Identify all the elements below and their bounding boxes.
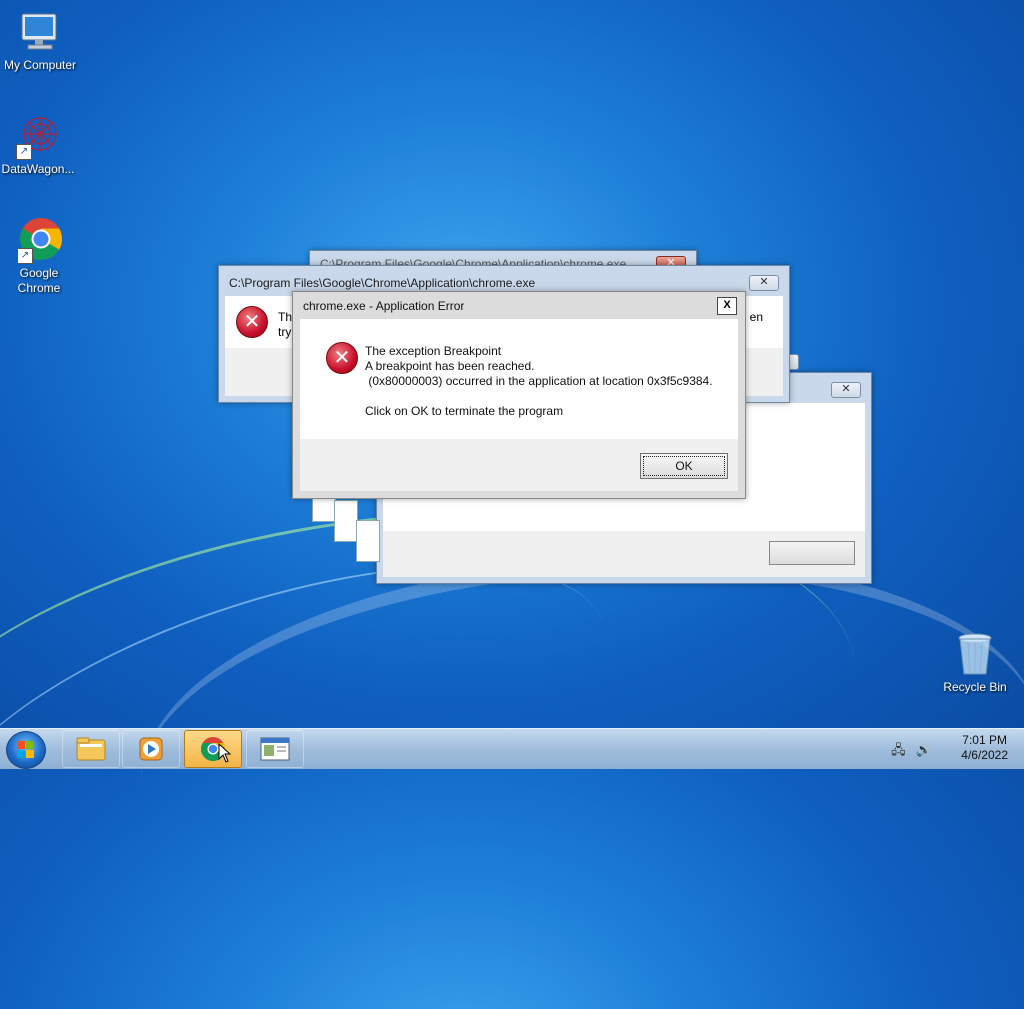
start-button[interactable] <box>6 731 46 769</box>
desktop-icon-label: Google Chrome <box>17 266 61 295</box>
ok-button[interactable]: OK <box>640 453 728 479</box>
shortcut-arrow-icon: ↗ <box>16 144 32 160</box>
taskbar-window-button[interactable] <box>246 730 304 768</box>
datawagon-icon: ↗ <box>14 112 62 160</box>
dialog-title: chrome.exe - Application Error <box>303 299 465 313</box>
recycle-bin-icon <box>951 630 999 678</box>
system-tray-icons[interactable]: 🖧 🔊 <box>891 741 932 763</box>
error-text-start: Th <box>278 310 293 324</box>
media-player-icon <box>139 737 163 761</box>
error-text-end: en <box>749 310 763 324</box>
desktop-icon-label: DataWagon... <box>1 162 75 176</box>
error-icon: ✕ <box>236 306 268 338</box>
mouse-cursor-icon <box>218 743 232 763</box>
clock[interactable]: 7:01 PM 4/6/2022 <box>961 733 1008 763</box>
desktop-icon-recycle-bin[interactable]: Recycle Bin <box>935 630 1015 695</box>
close-button[interactable]: ✕ <box>749 275 779 291</box>
error-icon: ✕ <box>326 342 358 374</box>
chrome-icon <box>200 737 226 762</box>
taskbar-chrome-button[interactable] <box>184 730 242 768</box>
dialog-footer: OK <box>300 439 738 491</box>
desktop-icon-label: Recycle Bin <box>943 680 1007 694</box>
volume-icon[interactable]: 🔊 <box>916 743 932 758</box>
window-title: C:\Program Files\Google\Chrome\Applicati… <box>229 276 536 290</box>
application-window-icon <box>260 737 290 761</box>
chrome-icon: ↗ <box>15 216 63 264</box>
window-titlebar: C:\Program Files\Google\Chrome\Applicati… <box>219 266 789 292</box>
clock-date: 4/6/2022 <box>961 748 1008 762</box>
taskbar-media-player-button[interactable] <box>122 730 180 768</box>
error-text-start: try <box>278 325 292 339</box>
desktop-icon-label: My Computer <box>3 58 77 72</box>
windows-logo-icon <box>17 741 35 759</box>
desktop-icon-my-computer[interactable]: My Computer <box>0 8 80 73</box>
taskbar-explorer-button[interactable] <box>62 730 120 768</box>
dialog-body: ✕ The exception Breakpoint A breakpoint … <box>300 319 738 491</box>
folder-icon <box>76 737 106 761</box>
taskbar: 🖧 🔊 7:01 PM 4/6/2022 <box>0 728 1024 769</box>
close-button[interactable]: ✕ <box>831 382 861 398</box>
desktop-icon-datawagon[interactable]: ↗ DataWagon... <box>0 112 78 177</box>
application-error-dialog[interactable]: chrome.exe - Application Error X ✕ The e… <box>292 291 746 499</box>
shortcut-arrow-icon: ↗ <box>17 248 33 264</box>
error-message: The exception Breakpoint A breakpoint ha… <box>365 344 713 418</box>
dialog-titlebar: chrome.exe - Application Error X <box>293 292 745 318</box>
network-icon[interactable]: 🖧 <box>891 743 906 758</box>
computer-icon <box>16 8 64 56</box>
desktop-icon-google-chrome[interactable]: ↗ Google Chrome <box>0 216 79 296</box>
close-button[interactable]: X <box>717 297 737 315</box>
clock-time: 7:01 PM <box>962 733 1007 747</box>
